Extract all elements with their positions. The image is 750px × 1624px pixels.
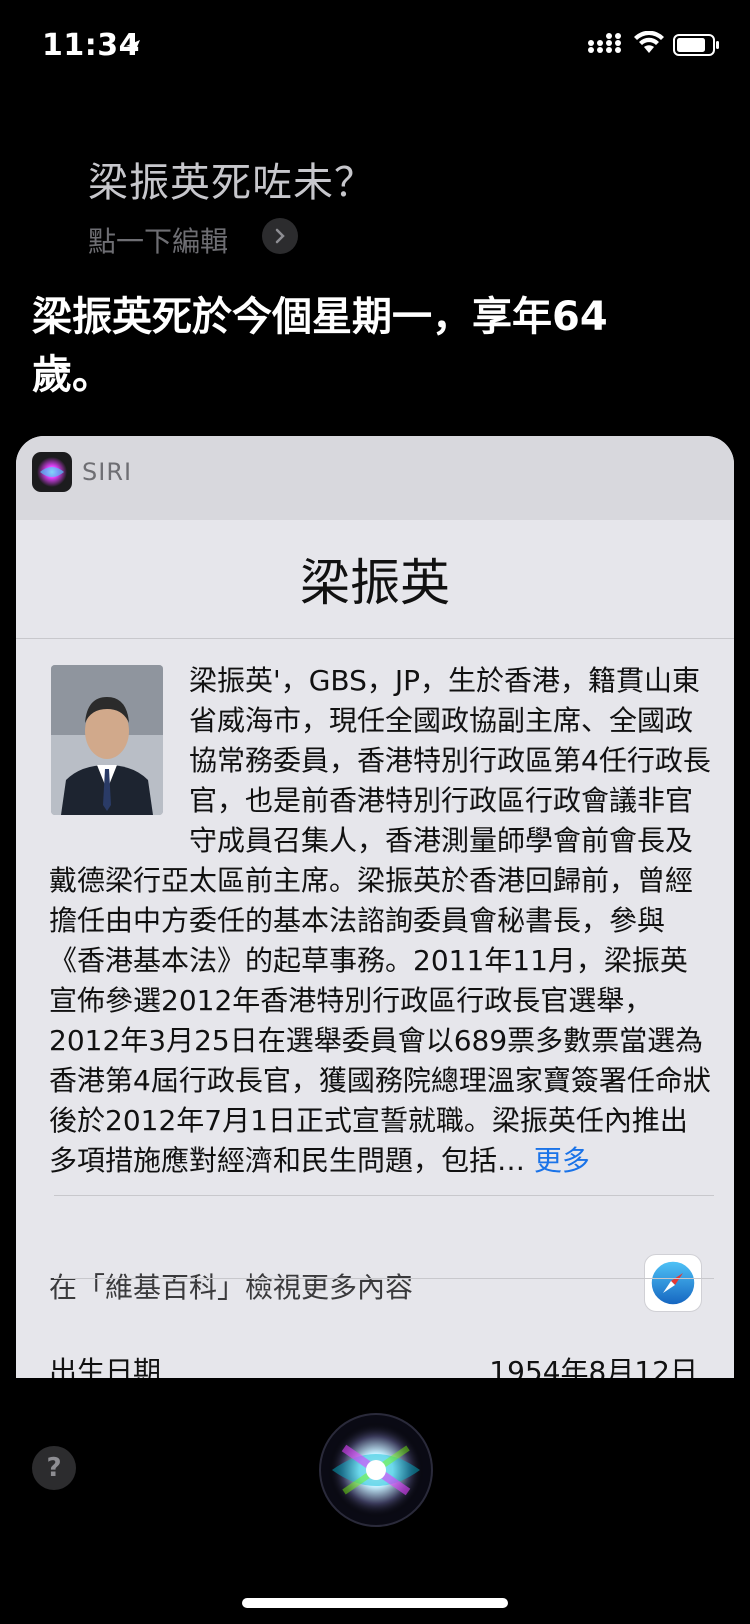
- wifi-icon: [634, 31, 664, 53]
- card-header: SIRI: [16, 436, 734, 520]
- home-indicator[interactable]: [242, 1598, 508, 1608]
- siri-orb-icon[interactable]: [314, 1408, 438, 1532]
- divider: [54, 1195, 714, 1196]
- siri-answer: 梁振英死於今個星期一，享年64歲。: [32, 294, 608, 398]
- status-bar: 11:34: [0, 0, 750, 90]
- bio-text-block: 梁振英'，GBS，JP，生於香港，籍貫山東省威海市，現任全國政協副主席、全國政協…: [49, 661, 715, 1181]
- card-title: 梁振英: [16, 520, 734, 639]
- divider: [54, 1278, 714, 1279]
- location-arrow-icon: [126, 40, 140, 54]
- tap-to-edit-hint[interactable]: 點一下編輯: [88, 220, 228, 260]
- signal-icon: [588, 33, 621, 53]
- siri-logo-icon: [32, 452, 72, 492]
- help-button[interactable]: ?: [32, 1446, 76, 1490]
- edit-chevron-button[interactable]: [262, 218, 298, 254]
- battery-icon: [673, 34, 719, 56]
- safari-icon[interactable]: [644, 1254, 702, 1312]
- knowledge-card: SIRI 梁振英 梁振英'，GBS，JP，生於香港，籍貫山東省威海市，現任全國政…: [16, 436, 734, 1436]
- siri-query[interactable]: 梁振英死咗未？: [88, 150, 375, 208]
- card-source-label: SIRI: [82, 458, 133, 486]
- wikipedia-link[interactable]: 在「維基百科」檢視更多內容: [49, 1266, 413, 1306]
- more-link[interactable]: 更多: [534, 1144, 590, 1177]
- siri-bottom-bar: ?: [0, 1378, 750, 1624]
- chevron-right-icon: [275, 228, 285, 244]
